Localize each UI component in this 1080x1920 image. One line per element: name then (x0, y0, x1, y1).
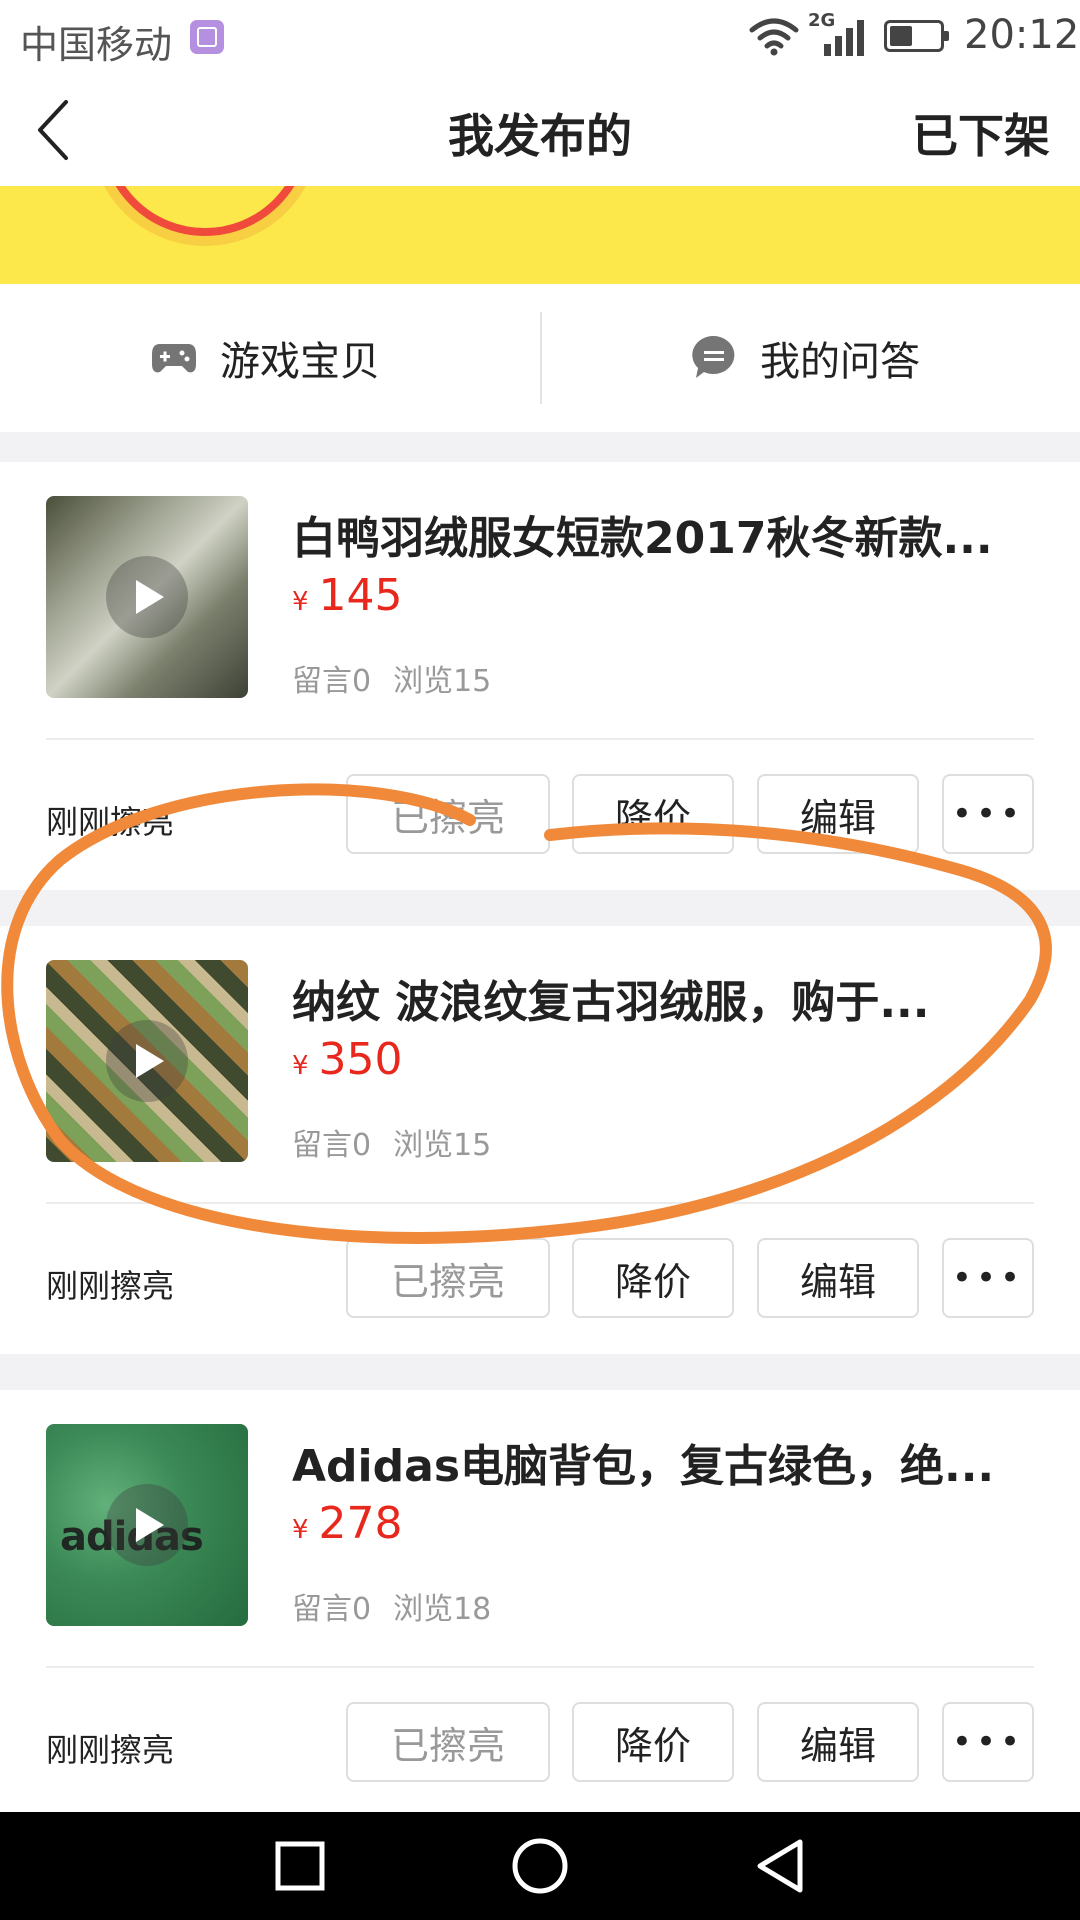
reduce-price-button[interactable]: 降价 (572, 774, 734, 854)
polish-status: 刚刚擦亮 (46, 803, 175, 841)
comment-count: 留言0 (292, 1592, 372, 1627)
gamepad-icon (152, 344, 196, 373)
item-stats: 留言0 浏览15 (292, 1120, 491, 1164)
item-card: 纳纹 波浪纹复古羽绒服，购于... ¥350 留言0 浏览15 刚刚擦亮 已擦亮 … (0, 926, 1080, 1354)
app-header: 我发布的 已下架 (0, 76, 1080, 186)
edit-button[interactable]: 编辑 (757, 774, 919, 854)
more-dots-icon: ••• (951, 1258, 1025, 1298)
reduce-price-button[interactable]: 降价 (572, 1238, 734, 1318)
tab-divider (540, 312, 542, 404)
item-title[interactable]: Adidas电脑背包，复古绿色，绝... (292, 1430, 1032, 1494)
view-count: 浏览15 (393, 664, 492, 699)
item-card: adidas Adidas电脑背包，复古绿色，绝... ¥278 留言0 浏览18… (0, 1390, 1080, 1818)
edit-button[interactable]: 编辑 (757, 1702, 919, 1782)
edit-button[interactable]: 编辑 (757, 1238, 919, 1318)
currency-symbol: ¥ (292, 1515, 309, 1545)
more-dots-icon: ••• (951, 1722, 1025, 1762)
play-icon (106, 556, 188, 638)
view-count: 浏览18 (393, 1592, 492, 1627)
polished-button[interactable]: 已擦亮 (346, 1702, 550, 1782)
tab-label: 我的问答 (760, 339, 920, 385)
chat-bubble-icon (692, 335, 735, 378)
tab-game-items[interactable]: 游戏宝贝 (150, 284, 380, 432)
comment-count: 留言0 (292, 664, 372, 699)
more-options-button[interactable]: ••• (942, 1702, 1034, 1782)
currency-symbol: ¥ (292, 1051, 309, 1081)
recent-apps-icon[interactable] (268, 1834, 332, 1898)
price-value: 278 (318, 1498, 403, 1549)
more-options-button[interactable]: ••• (942, 774, 1034, 854)
item-price: ¥278 (292, 1498, 403, 1549)
gallery-notification-icon (190, 20, 224, 54)
item-thumbnail[interactable]: adidas (46, 1424, 248, 1626)
polished-button[interactable]: 已擦亮 (346, 774, 550, 854)
item-stats: 留言0 浏览18 (292, 1584, 491, 1628)
home-icon[interactable] (508, 1834, 572, 1898)
reduce-price-button[interactable]: 降价 (572, 1702, 734, 1782)
item-price: ¥145 (292, 570, 403, 621)
item-thumbnail[interactable] (46, 496, 248, 698)
item-title[interactable]: 纳纹 波浪纹复古羽绒服，购于... (292, 966, 1032, 1030)
play-icon (106, 1484, 188, 1566)
tab-label: 游戏宝贝 (220, 339, 380, 385)
signal-strength-icon (824, 20, 864, 56)
divider (46, 738, 1034, 740)
currency-symbol: ¥ (292, 587, 309, 617)
carrier-name: 中国移动 (20, 23, 173, 67)
polished-button[interactable]: 已擦亮 (346, 1238, 550, 1318)
category-tabs: 游戏宝贝 我的问答 (0, 284, 1080, 432)
item-thumbnail[interactable] (46, 960, 248, 1162)
item-stats: 留言0 浏览15 (292, 656, 491, 700)
banner-graphic (100, 186, 310, 236)
item-title[interactable]: 白鸭羽绒服女短款2017秋冬新款... (292, 502, 1032, 566)
status-bar: 中国移动 2G 20:12 (0, 0, 1080, 76)
price-value: 350 (318, 1034, 403, 1085)
comment-count: 留言0 (292, 1128, 372, 1163)
off-shelf-link[interactable]: 已下架 (912, 100, 1050, 166)
battery-icon (884, 20, 949, 52)
play-icon (106, 1020, 188, 1102)
polish-status: 刚刚擦亮 (46, 1267, 175, 1305)
more-options-button[interactable]: ••• (942, 1238, 1034, 1318)
divider (46, 1666, 1034, 1668)
more-dots-icon: ••• (951, 794, 1025, 834)
back-nav-icon[interactable] (748, 1834, 812, 1898)
item-card: 白鸭羽绒服女短款2017秋冬新款... ¥145 留言0 浏览15 刚刚擦亮 已擦… (0, 462, 1080, 890)
clock: 20:12 (964, 12, 1080, 58)
polish-status: 刚刚擦亮 (46, 1731, 175, 1769)
price-value: 145 (318, 570, 403, 621)
promo-banner[interactable] (0, 186, 1080, 284)
system-nav-bar (0, 1812, 1080, 1920)
divider (46, 1202, 1034, 1204)
tab-my-qa[interactable]: 我的问答 (690, 284, 920, 432)
view-count: 浏览15 (393, 1128, 492, 1163)
wifi-icon (749, 18, 799, 56)
item-price: ¥350 (292, 1034, 403, 1085)
